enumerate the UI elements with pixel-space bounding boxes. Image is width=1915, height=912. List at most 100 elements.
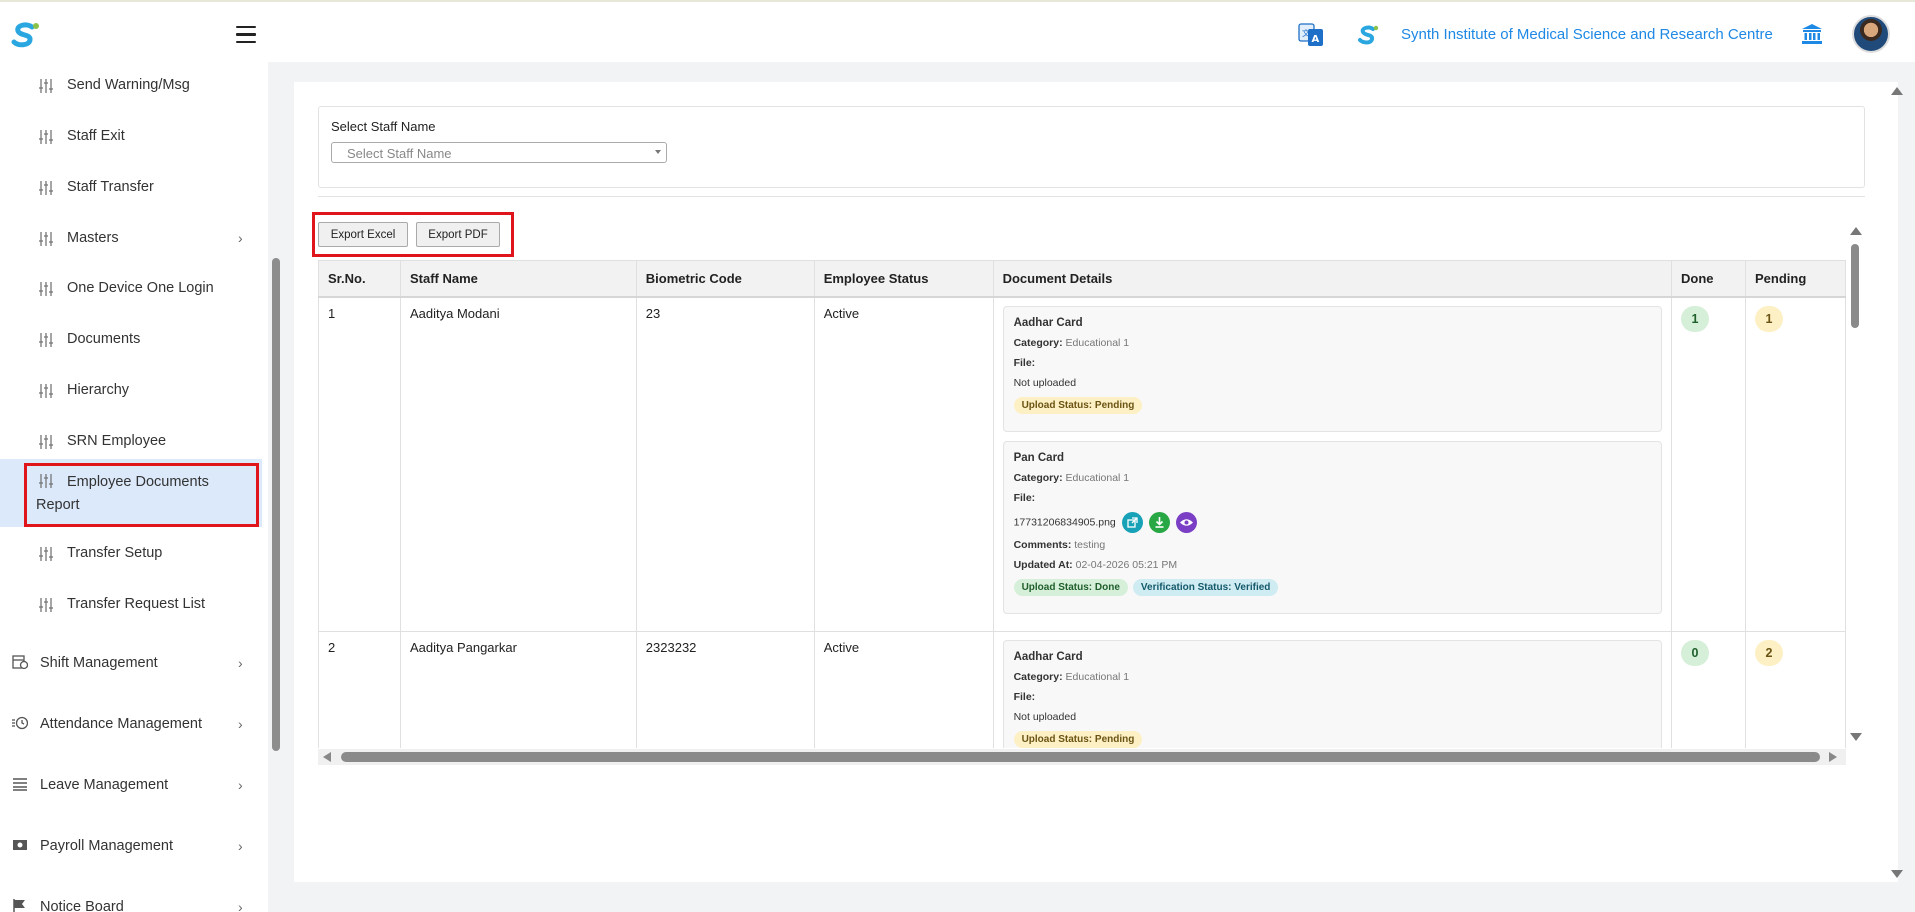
chevron-right-icon: › [238, 230, 243, 246]
document-category: Category: Educational 1 [1013, 670, 1130, 683]
top-header: 文 A Synth Institute of Medical Science a… [0, 0, 1915, 62]
sliders-icon [39, 282, 53, 296]
column-header[interactable]: Done [1671, 260, 1746, 298]
column-header[interactable]: Document Details [992, 260, 1673, 298]
cell-document-details: Aadhar Card Category: Educational 1 File… [992, 630, 1673, 748]
document-title: Pan Card [1013, 451, 1065, 464]
sliders-icon [39, 130, 53, 144]
sidebar-item-label: Transfer Setup [67, 545, 163, 561]
sidebar-item-masters[interactable]: Masters › [0, 218, 262, 258]
export-excel-button[interactable]: Export Excel [318, 222, 408, 247]
sidebar-module-notice-board[interactable]: Notice Board › [0, 887, 262, 912]
column-header[interactable]: Biometric Code [635, 260, 815, 298]
column-header[interactable]: Pending [1744, 260, 1846, 298]
staff-name-label: Select Staff Name [331, 119, 436, 134]
sidebar-module-shift-management[interactable]: Shift Management › [0, 643, 262, 683]
translate-icon[interactable]: 文 A [1298, 22, 1324, 48]
sidebar-item-staff-exit[interactable]: Staff Exit [0, 116, 262, 156]
table-scroll-down-arrow-icon[interactable] [1850, 733, 1862, 741]
sidebar-module-attendance-management[interactable]: Attendance Management › [0, 704, 262, 744]
verification-status-badge: Verification Status: Verified [1132, 578, 1279, 596]
document-file-row: 17731206834905.png [1014, 511, 1651, 533]
sidebar-item-label: Hierarchy [67, 382, 130, 398]
sidebar-item-label: Transfer Request List [67, 596, 206, 612]
view-eye-icon[interactable] [1175, 511, 1197, 533]
sidebar-item-hierarchy[interactable]: Hierarchy [0, 370, 262, 410]
cell-done: 0 [1671, 630, 1746, 748]
flag-icon [13, 899, 25, 912]
institution-switch-icon[interactable] [1801, 23, 1823, 45]
cell-done: 1 [1671, 296, 1746, 632]
sliders-icon [39, 384, 53, 398]
sidebar-item-staff-transfer[interactable]: Staff Transfer [0, 167, 262, 207]
sidebar-item-label: Payroll Management [40, 838, 173, 854]
cell-pending: 2 [1744, 630, 1846, 748]
sidebar-item-label: Attendance Management [40, 716, 203, 732]
sidebar-item-label: SRN Employee [67, 433, 167, 449]
sidebar-scrollbar-thumb[interactable] [272, 258, 280, 751]
document-category: Category: Educational 1 [1013, 471, 1130, 484]
chevron-right-icon: › [238, 716, 243, 732]
document-card: Pan Card Category: Educational 1 File: 1… [1002, 440, 1663, 614]
document-updated-at: Updated At: 02-04-2026 05:21 PM [1013, 558, 1178, 571]
sidebar-item-transfer-setup[interactable]: Transfer Setup [0, 533, 262, 573]
sidebar-item-label: Masters [67, 230, 119, 246]
cell-sr-no: 2 [318, 630, 401, 748]
document-file-status: Not uploaded [1013, 376, 1077, 389]
menu-toggle-icon[interactable] [236, 26, 256, 44]
cell-pending: 1 [1744, 296, 1846, 632]
cell-biometric-code: 23 [635, 296, 815, 632]
table-horizontal-scrollbar-thumb[interactable] [341, 752, 1820, 762]
sidebar-item-documents[interactable]: Documents [0, 319, 262, 359]
table-header-row: Sr.No. Staff Name Biometric Code Employe… [318, 260, 1846, 298]
column-header[interactable]: Sr.No. [318, 260, 401, 298]
sliders-icon [39, 547, 53, 561]
chevron-right-icon: › [238, 899, 243, 912]
upload-status-badge: Upload Status: Done [1013, 578, 1128, 596]
column-header[interactable]: Staff Name [399, 260, 637, 298]
sidebar-item-label: One Device One Login [67, 280, 214, 296]
done-count-badge: 0 [1681, 639, 1710, 666]
document-card: Aadhar Card Category: Educational 1 File… [1002, 305, 1663, 432]
cell-staff-name: Aaditya Modani [399, 296, 637, 632]
sidebar-module-payroll-management[interactable]: Payroll Management › [0, 826, 262, 866]
table-row: 1 Aaditya Modani 23 Active Aadhar Card C… [318, 296, 1846, 632]
open-external-icon[interactable] [1121, 511, 1143, 533]
sliders-icon [39, 232, 53, 246]
clock-icon [12, 716, 28, 730]
sidebar-item-srn-employee[interactable]: SRN Employee [0, 421, 262, 461]
column-header[interactable]: Employee Status [813, 260, 994, 298]
document-title: Aadhar Card [1013, 650, 1083, 663]
user-avatar[interactable] [1852, 15, 1890, 53]
sidebar-item-one-device-one-login[interactable]: One Device One Login [0, 268, 262, 308]
sidebar-item-label: Staff Transfer [67, 179, 154, 195]
sidebar-item-transfer-request-list[interactable]: Transfer Request List [0, 584, 262, 624]
sidebar: Send Warning/Msg Staff Exit Staff Transf… [0, 62, 268, 912]
svg-text:A: A [1312, 34, 1320, 45]
export-pdf-button[interactable]: Export PDF [416, 222, 500, 247]
sidebar-item-label: Shift Management [40, 655, 158, 671]
staff-name-select[interactable]: Select Staff Name [331, 142, 667, 163]
download-icon[interactable] [1148, 511, 1170, 533]
sidebar-item-send-warning[interactable]: Send Warning/Msg [0, 65, 262, 105]
document-category: Category: Educational 1 [1013, 336, 1130, 349]
document-title: Aadhar Card [1013, 316, 1083, 329]
sliders-icon [39, 181, 53, 195]
sidebar-item-label: Staff Exit [67, 128, 125, 144]
table-row: 2 Aaditya Pangarkar 2323232 Active Aadha… [318, 630, 1846, 748]
cell-document-details: Aadhar Card Category: Educational 1 File… [992, 296, 1673, 632]
app-logo-icon[interactable] [10, 20, 40, 50]
scroll-left-arrow-icon[interactable] [323, 752, 331, 762]
sliders-icon [39, 435, 53, 449]
table-vertical-scrollbar-thumb[interactable] [1851, 244, 1859, 328]
institution-name[interactable]: Synth Institute of Medical Science and R… [1401, 26, 1773, 43]
table-scroll-up-arrow-icon[interactable] [1850, 227, 1862, 235]
report-table-container[interactable]: Sr.No. Staff Name Biometric Code Employe… [318, 260, 1846, 748]
sidebar-module-leave-management[interactable]: Leave Management › [0, 765, 262, 805]
page-scroll-down-arrow-icon[interactable] [1891, 870, 1903, 878]
chevron-right-icon: › [238, 838, 243, 854]
scroll-right-arrow-icon[interactable] [1829, 752, 1837, 762]
page-scroll-up-arrow-icon[interactable] [1891, 87, 1903, 95]
sliders-icon [39, 79, 53, 93]
document-file-label: File: [1013, 491, 1036, 504]
